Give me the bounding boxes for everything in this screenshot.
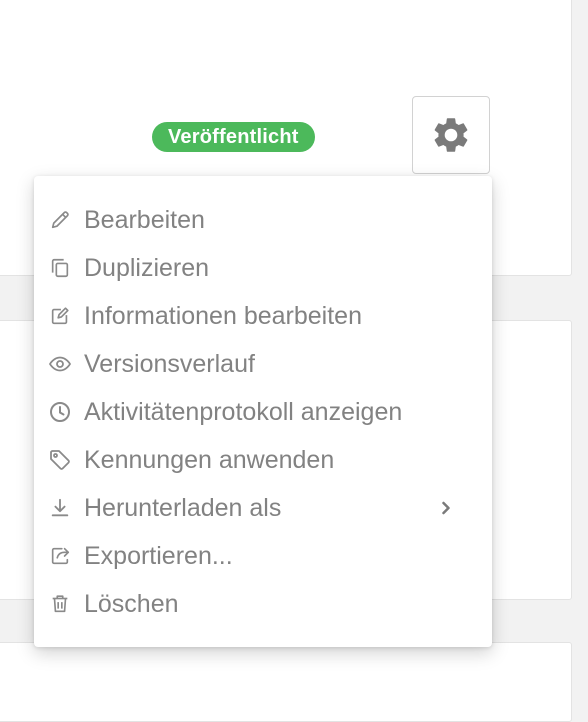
menu-item-duplizieren[interactable]: Duplizieren (34, 244, 492, 292)
menu-item-label: Informationen bearbeiten (84, 301, 362, 330)
content-card (0, 642, 572, 722)
menu-item-label: Löschen (84, 589, 179, 618)
edit-square-icon (46, 302, 74, 330)
download-icon (46, 494, 74, 522)
status-badge: Veröffentlicht (152, 122, 315, 152)
menu-item-aktivitaetenprotokoll[interactable]: Aktivitätenprotokoll anzeigen (34, 388, 492, 436)
export-icon (46, 542, 74, 570)
settings-button[interactable] (412, 96, 490, 174)
menu-item-label: Kennungen anwenden (84, 445, 335, 474)
clock-icon (46, 398, 74, 426)
menu-item-label: Exportieren... (84, 541, 233, 570)
pencil-icon (46, 206, 74, 234)
trash-icon (46, 590, 74, 618)
copy-icon (46, 254, 74, 282)
menu-item-label: Aktivitätenprotokoll anzeigen (84, 397, 403, 426)
menu-item-bearbeiten[interactable]: Bearbeiten (34, 196, 492, 244)
eye-icon (46, 350, 74, 378)
menu-item-label: Duplizieren (84, 253, 210, 282)
menu-item-informationen-bearbeiten[interactable]: Informationen bearbeiten (34, 292, 492, 340)
tag-icon (46, 446, 74, 474)
menu-item-kennungen-anwenden[interactable]: Kennungen anwenden (34, 436, 492, 484)
menu-item-label: Bearbeiten (84, 205, 205, 234)
menu-item-label: Versionsverlauf (84, 349, 255, 378)
chevron-right-icon (436, 498, 456, 518)
menu-item-loeschen[interactable]: Löschen (34, 580, 492, 628)
actions-menu: Bearbeiten Duplizieren Informationen bea… (34, 176, 492, 647)
gear-icon (434, 118, 468, 152)
menu-item-label: Herunterladen als (84, 493, 282, 522)
menu-item-versionsverlauf[interactable]: Versionsverlauf (34, 340, 492, 388)
menu-item-herunterladen-als[interactable]: Herunterladen als (34, 484, 492, 532)
menu-item-exportieren[interactable]: Exportieren... (34, 532, 492, 580)
